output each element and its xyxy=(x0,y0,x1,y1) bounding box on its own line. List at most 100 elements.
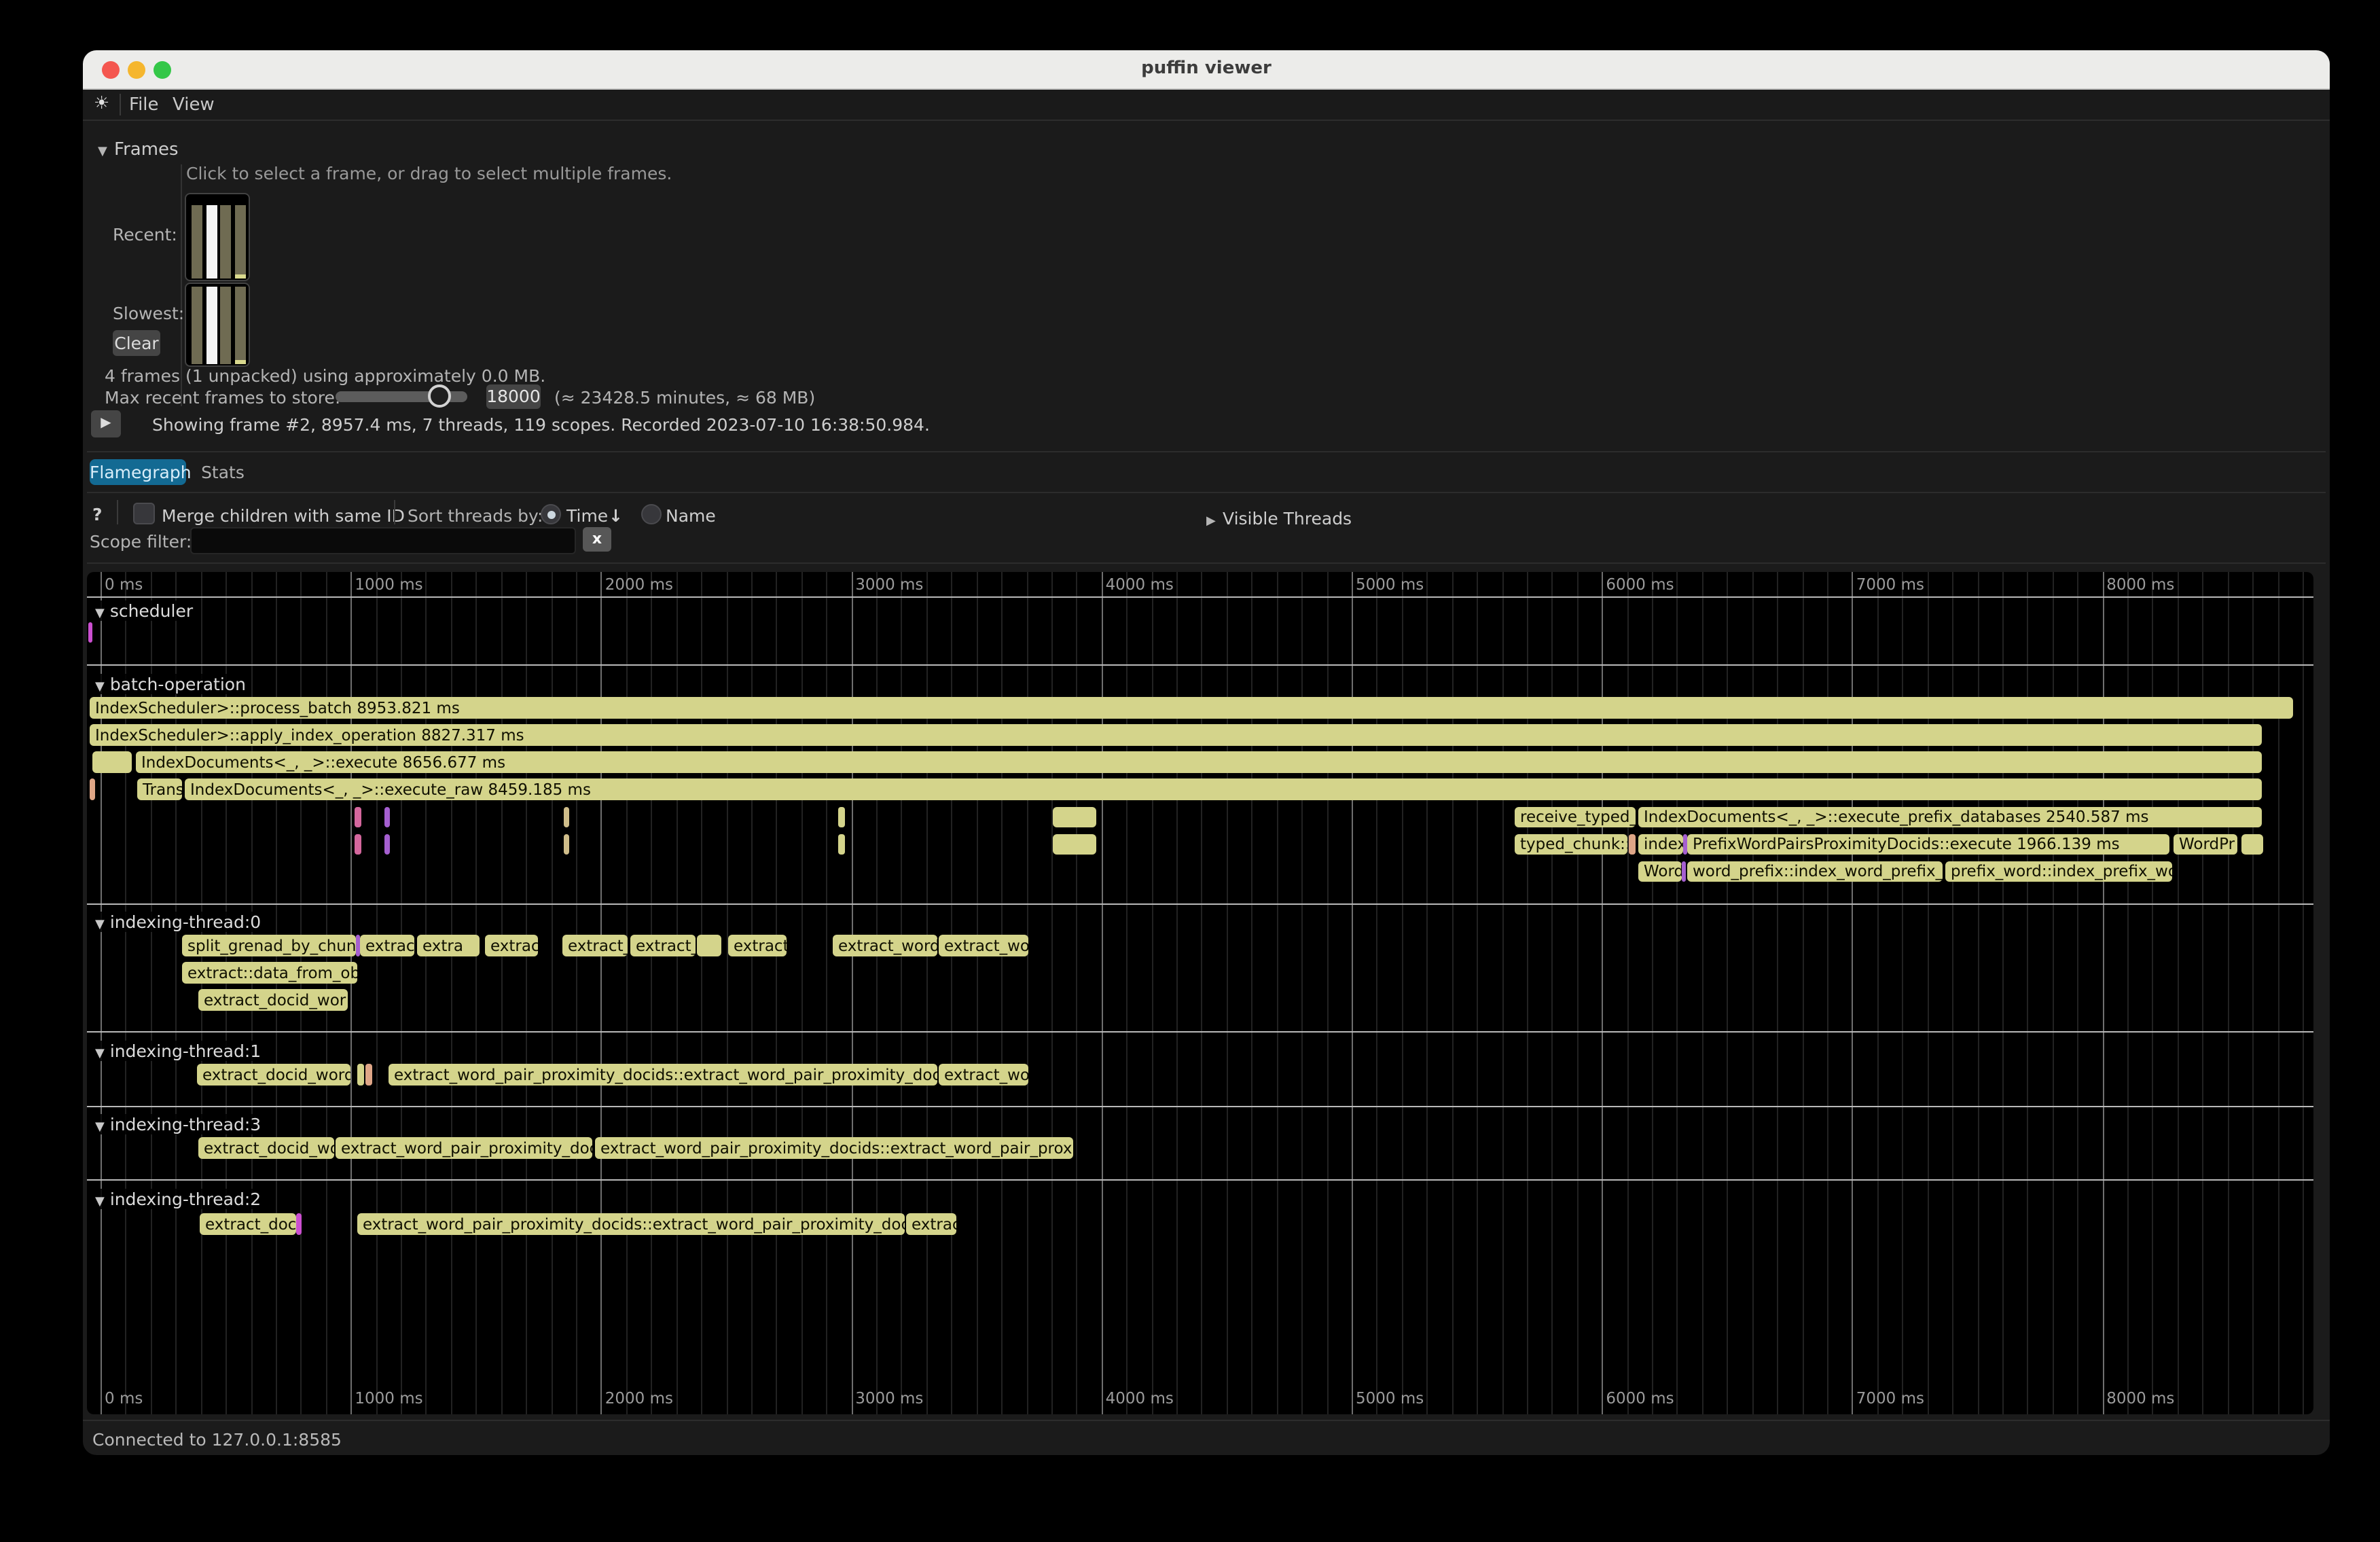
scope-bar-small[interactable] xyxy=(697,935,721,956)
scope-bar-small[interactable] xyxy=(384,807,390,827)
frame-thumb-bar[interactable] xyxy=(192,205,202,279)
frame-thumb-bar[interactable] xyxy=(234,205,245,279)
scope-bar-small[interactable] xyxy=(1629,834,1636,855)
scope-bar-small[interactable] xyxy=(355,807,361,827)
scope-bar[interactable]: extract::data_from_ob xyxy=(182,962,357,984)
slowest-frames-thumbnail[interactable] xyxy=(185,283,250,367)
thread-header-scheduler[interactable]: ▼ scheduler xyxy=(90,600,198,621)
scope-filter-clear-button[interactable]: x xyxy=(583,527,611,552)
scope-bar[interactable]: extract_docid_word xyxy=(198,1137,334,1159)
frame-thumb-bar[interactable] xyxy=(220,287,231,364)
frame-thumb-bar[interactable] xyxy=(206,205,217,279)
max-frames-estimate: (≈ 23428.5 minutes, ≈ 68 MB) xyxy=(554,387,815,408)
thread-header-batch-operation[interactable]: ▼ batch-operation xyxy=(90,674,251,694)
sort-direction-arrow-icon[interactable]: ↓ xyxy=(609,505,623,526)
sort-by-time-radio[interactable] xyxy=(541,504,561,524)
frame-thumb-bar[interactable] xyxy=(234,287,245,364)
scope-bar-small[interactable] xyxy=(1053,807,1096,827)
scope-filter-input[interactable] xyxy=(190,527,576,554)
scope-bar-small[interactable] xyxy=(838,834,845,855)
scope-bar-small[interactable] xyxy=(365,1064,372,1086)
sort-by-name-radio[interactable] xyxy=(641,504,662,524)
scope-bar[interactable]: index xyxy=(1638,834,1683,855)
thread-header-indexing-thread-2[interactable]: ▼ indexing-thread:2 xyxy=(90,1189,266,1209)
scope-bar-small[interactable] xyxy=(564,807,569,827)
scope-bar[interactable]: IndexDocuments<_, _>::execute 8656.677 m… xyxy=(136,751,2262,773)
scope-bar-small[interactable] xyxy=(90,778,95,800)
recent-frames-thumbnail[interactable] xyxy=(185,193,250,281)
scope-bar[interactable]: extract_doc xyxy=(200,1213,296,1235)
scope-bar[interactable]: extract_wo xyxy=(939,1064,1028,1086)
scope-bar[interactable]: extract xyxy=(360,935,414,956)
sort-by-name-label[interactable]: Name xyxy=(666,505,716,526)
scope-bar-small[interactable] xyxy=(1682,861,1686,882)
time-axis-label: 8000 ms xyxy=(2106,575,2174,594)
scope-bar-small[interactable] xyxy=(1053,834,1096,855)
scope-bar[interactable]: extract_ xyxy=(562,935,628,956)
clear-frames-button[interactable]: Clear xyxy=(113,330,160,356)
scope-bar[interactable]: word_prefix::index_word_prefix_ xyxy=(1687,861,1943,882)
window-title: puffin viewer xyxy=(83,58,2330,79)
thread-header-indexing-thread-3[interactable]: ▼ indexing-thread:3 xyxy=(90,1114,266,1134)
scope-bar-small[interactable] xyxy=(92,751,132,773)
scope-bar[interactable]: Trans xyxy=(137,778,182,800)
scope-bar[interactable]: extrac xyxy=(906,1213,956,1235)
sort-by-time-label[interactable]: Time xyxy=(566,505,608,526)
scope-bar[interactable]: extract xyxy=(728,935,787,956)
scope-bar[interactable]: extract_ xyxy=(630,935,696,956)
scope-bar[interactable]: split_grenad_by_chun xyxy=(182,935,356,956)
flamegraph-canvas[interactable]: 0 ms1000 ms2000 ms3000 ms4000 ms5000 ms6… xyxy=(87,572,2313,1414)
scope-bar[interactable]: extract_docid_word xyxy=(197,1064,350,1086)
scope-bar[interactable]: prefix_word::index_prefix_wo xyxy=(1945,861,2172,882)
scope-bar-small[interactable] xyxy=(384,834,390,855)
scope-bar-small[interactable] xyxy=(357,1064,364,1086)
scope-bar[interactable]: extract_word_pair_proximity_docids::extr… xyxy=(357,1213,905,1235)
thread-header-indexing-thread-0[interactable]: ▼ indexing-thread:0 xyxy=(90,912,266,932)
menu-view[interactable]: View xyxy=(173,95,215,115)
scope-bar[interactable]: IndexDocuments<_, _>::execute_prefix_dat… xyxy=(1638,807,2262,827)
scope-bar-small[interactable] xyxy=(355,834,361,855)
scope-bar-small[interactable] xyxy=(88,622,92,643)
scope-bar[interactable]: PrefixWordPairsProximityDocids::execute … xyxy=(1687,834,2169,855)
scope-bar-small[interactable] xyxy=(356,935,359,956)
tab-stats[interactable]: Stats xyxy=(197,459,249,485)
scope-bar[interactable]: IndexScheduler>::apply_index_operation 8… xyxy=(90,724,2262,746)
merge-children-checkbox[interactable] xyxy=(133,503,155,524)
collapse-triangle-icon: ▼ xyxy=(95,607,105,621)
scope-bar-small[interactable] xyxy=(564,834,569,855)
scope-bar[interactable]: typed_chunk::w xyxy=(1515,834,1627,855)
frame-thumb-bar[interactable] xyxy=(192,287,202,364)
scope-bar[interactable]: receive_typed_ xyxy=(1515,807,1636,827)
frame-thumb-bar[interactable] xyxy=(220,205,231,279)
help-button[interactable]: ? xyxy=(92,504,103,524)
scope-bar[interactable]: extract_word_pair_proximity_docids::extr… xyxy=(595,1137,1073,1159)
scope-bar[interactable]: extra xyxy=(417,935,480,956)
scope-bar[interactable]: extract_docid_wor xyxy=(198,989,348,1011)
frame-thumb-bar[interactable] xyxy=(206,287,217,364)
scope-bar[interactable]: extract_word_pair_proximity_docids::extr… xyxy=(389,1064,937,1086)
scope-bar-small[interactable] xyxy=(2241,834,2263,855)
time-axis-label: 4000 ms xyxy=(1106,575,1174,594)
visible-threads-label: Visible Threads xyxy=(1223,508,1352,528)
scope-bar[interactable]: Word xyxy=(1638,861,1682,882)
scope-bar[interactable]: extrac xyxy=(485,935,538,956)
menu-file[interactable]: File xyxy=(129,95,159,115)
scope-bar[interactable]: extract_word_pair_proximity_docids xyxy=(336,1137,592,1159)
scope-bar[interactable]: IndexScheduler>::process_batch 8953.821 … xyxy=(90,697,2293,719)
scope-bar-small[interactable] xyxy=(838,807,845,827)
play-button[interactable]: ▶ xyxy=(91,410,121,437)
merge-children-label[interactable]: Merge children with same ID xyxy=(162,505,405,526)
scope-bar[interactable]: IndexDocuments<_, _>::execute_raw 8459.1… xyxy=(185,778,2262,800)
frames-section-header[interactable]: ▼ Frames xyxy=(98,135,179,160)
tab-flamegraph[interactable]: Flamegraph xyxy=(90,459,186,485)
scope-bar-small[interactable] xyxy=(1683,834,1687,855)
scope-bar[interactable]: extract_word xyxy=(833,935,937,956)
max-frames-value[interactable]: 18000 xyxy=(486,384,541,409)
scope-bar[interactable]: WordPr xyxy=(2174,834,2237,855)
thread-header-indexing-thread-1[interactable]: ▼ indexing-thread:1 xyxy=(90,1041,266,1061)
scope-bar-small[interactable] xyxy=(296,1213,302,1235)
max-frames-slider-knob[interactable] xyxy=(428,384,451,408)
visible-threads-header[interactable]: ▶ Visible Threads xyxy=(1206,504,1352,530)
theme-toggle-icon[interactable]: ☀ xyxy=(94,94,109,114)
scope-bar[interactable]: extract_wo xyxy=(939,935,1028,956)
